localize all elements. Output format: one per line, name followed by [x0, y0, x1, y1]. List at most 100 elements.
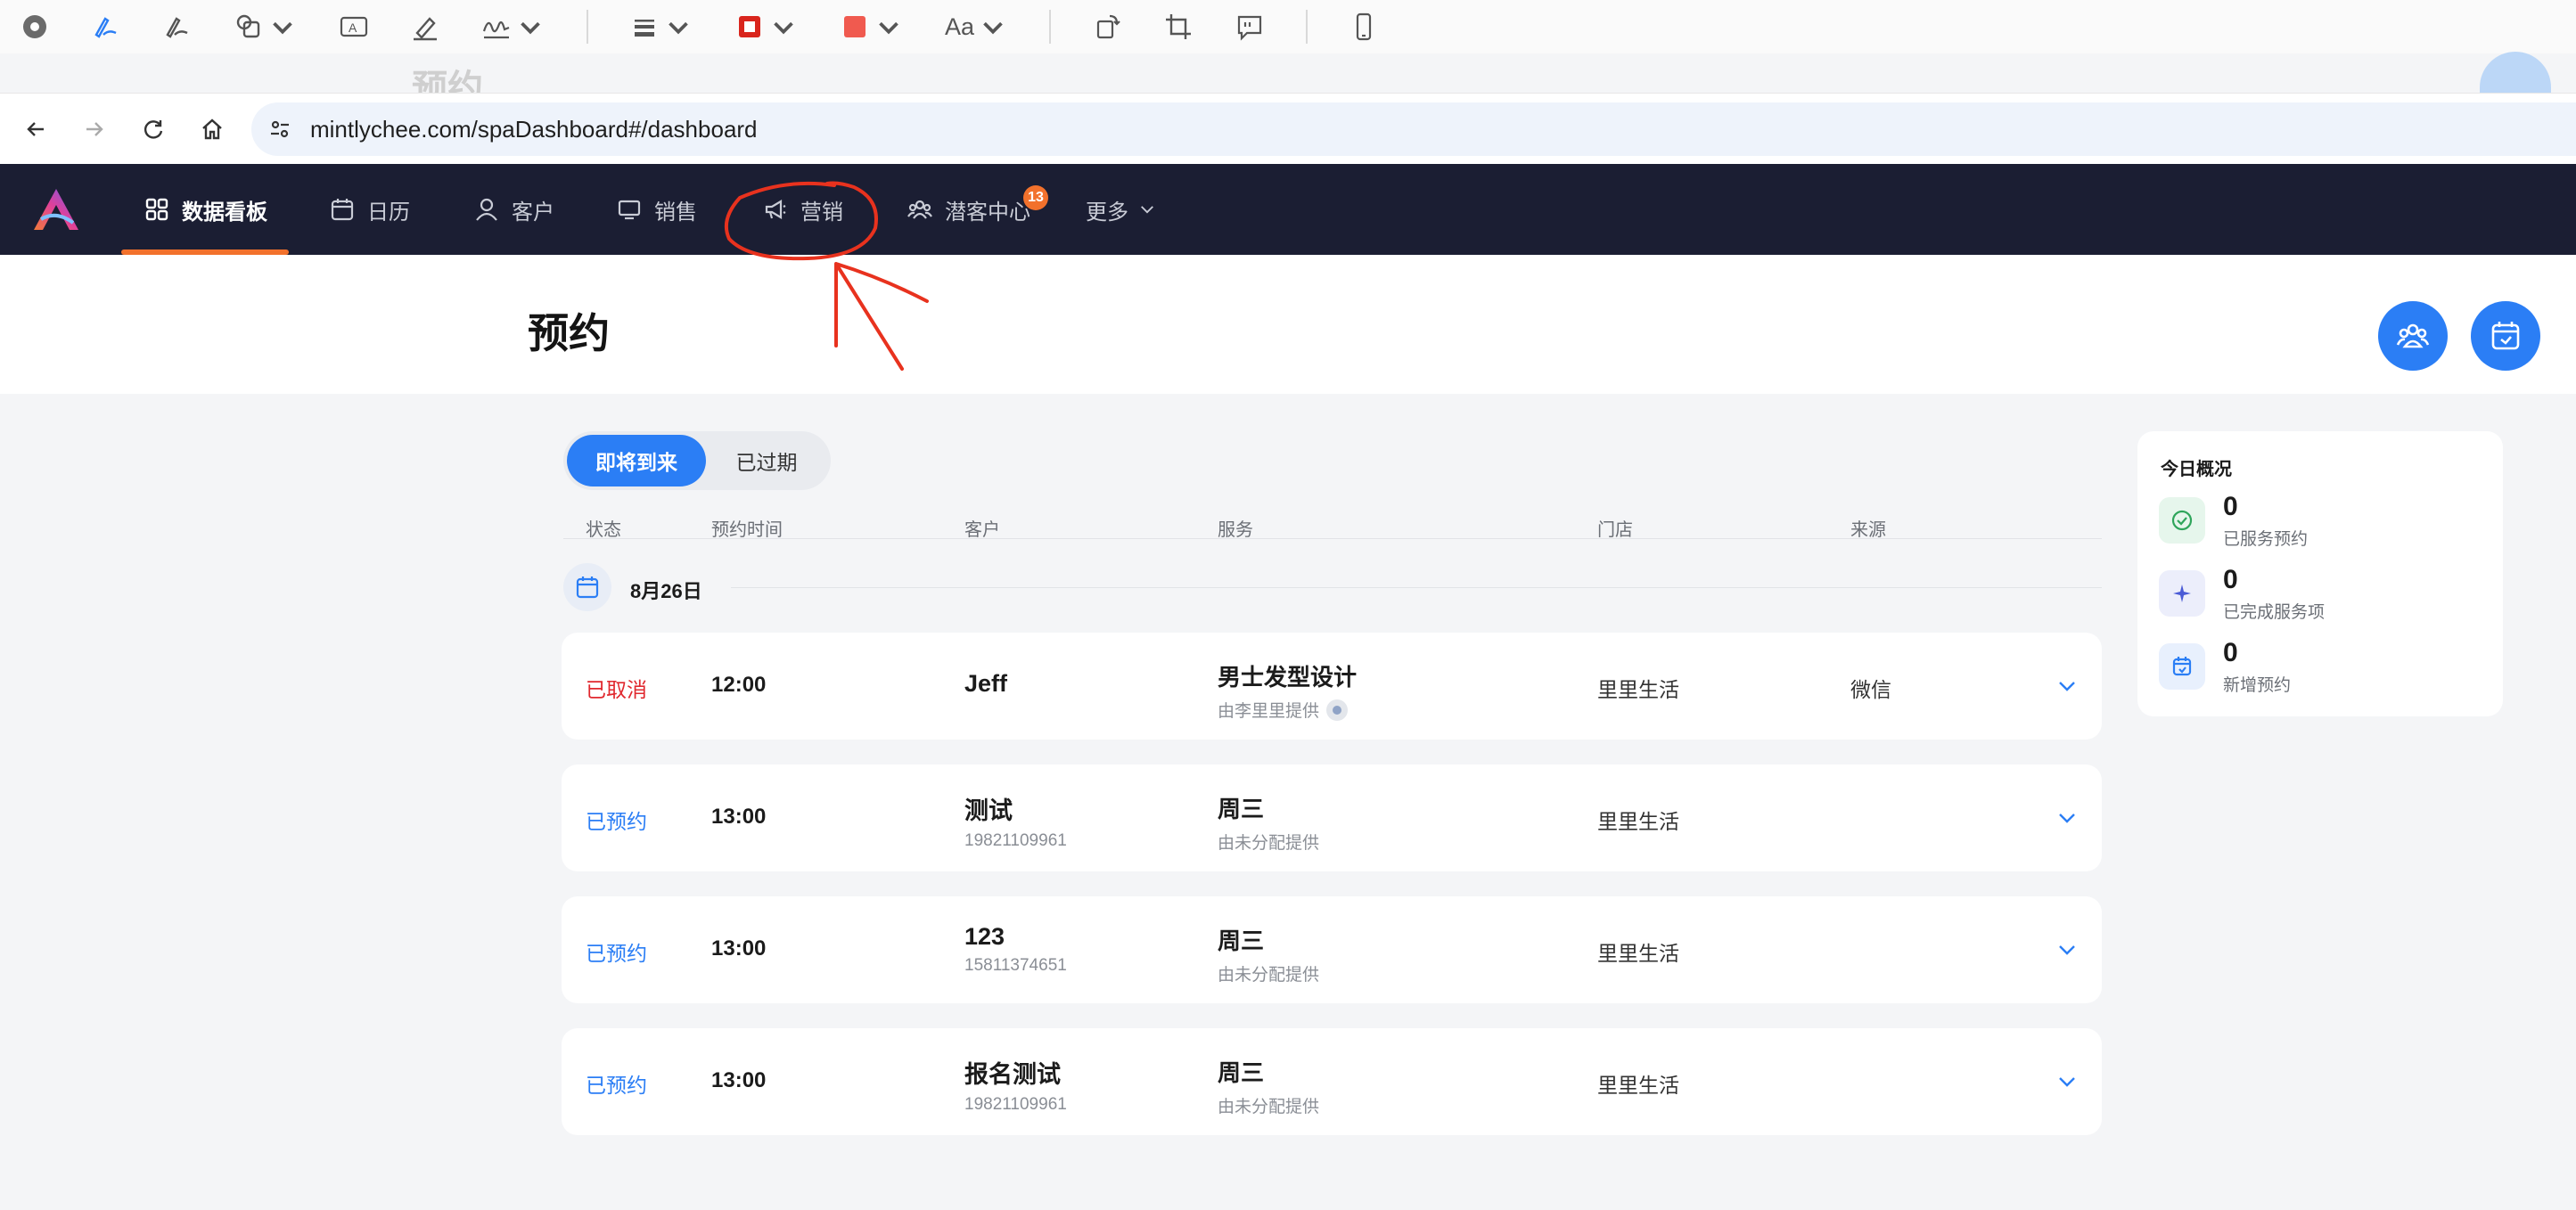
stat-value: 0	[2223, 565, 2238, 594]
header-service: 服务	[1218, 520, 1253, 540]
toolbar-divider	[587, 10, 588, 44]
stat-label: 已完成服务项	[2223, 603, 2326, 622]
fill-color-icon[interactable]	[840, 0, 904, 53]
record-icon[interactable]	[20, 0, 50, 53]
home-icon[interactable]	[194, 111, 230, 147]
stat-value: 0	[2223, 638, 2238, 667]
page-header: 预约	[0, 255, 2576, 394]
sketch-pen-icon[interactable]	[91, 0, 121, 53]
table-row[interactable]: 已预约 13:00 123 15811374651 周三 由未分配提供 里里生活	[562, 896, 2102, 1003]
booking-time: 13:00	[711, 936, 767, 961]
person-icon	[476, 198, 497, 221]
booking-time: 13:00	[711, 805, 767, 829]
calendar-icon	[331, 199, 354, 221]
shapes-icon[interactable]	[234, 0, 298, 53]
nav-item-sales[interactable]: 销售	[617, 164, 697, 255]
nav-item-leads[interactable]: 潜客中心	[907, 164, 1030, 255]
customer-name: 123	[964, 923, 1005, 950]
chevron-down-icon[interactable]	[2055, 806, 2079, 830]
stat-label: 新增预约	[2223, 676, 2292, 695]
service-name: 周三	[1218, 796, 1265, 822]
back-icon[interactable]	[18, 111, 53, 147]
nav-item-label: 客户	[512, 200, 554, 225]
stat-value: 0	[2223, 492, 2238, 521]
customer-phone: 19821109961	[964, 831, 1067, 850]
new-booking-button[interactable]	[2471, 301, 2540, 371]
today-overview-card: 今日概况 0 已服务预约 0 已完成服务项 0 新增预约	[2137, 431, 2503, 716]
page-title: 预约	[528, 310, 610, 356]
text-box-icon[interactable]: A	[339, 0, 369, 53]
nav-item-label: 潜客中心	[945, 200, 1030, 225]
reload-icon[interactable]	[135, 111, 171, 147]
calendar-icon	[563, 563, 611, 611]
table-row[interactable]: 已预约 13:00 测试 19821109961 周三 由未分配提供 里里生活	[562, 764, 2102, 871]
header-time: 预约时间	[711, 520, 783, 540]
store-name: 里里生活	[1597, 810, 1679, 833]
border-color-icon[interactable]	[734, 0, 799, 53]
customer-phone: 15811374651	[964, 956, 1067, 975]
status-badge: 已预约	[586, 1074, 647, 1097]
table-row[interactable]: 已预约 13:00 报名测试 19821109961 周三 由未分配提供 里里生…	[562, 1028, 2102, 1135]
status-badge: 已取消	[586, 678, 647, 701]
header-store: 门店	[1597, 520, 1633, 540]
service-provider: 由未分配提供	[1218, 1098, 1320, 1116]
store-name: 里里生活	[1597, 1074, 1679, 1097]
people-icon	[2396, 323, 2430, 348]
megaphone-icon	[765, 200, 786, 219]
monitor-icon	[618, 200, 641, 220]
service-provider: 由李里里提供	[1218, 702, 1320, 721]
service-name: 周三	[1218, 1059, 1265, 1086]
rotate-icon[interactable]	[1092, 0, 1122, 53]
nav-item-dashboard[interactable]: 数据看板	[144, 164, 267, 255]
header-divider	[563, 538, 2102, 539]
customer-cell[interactable]: 测试 19821109961	[964, 791, 1067, 851]
nav-item-more[interactable]: 更多	[1086, 164, 1157, 255]
nav-item-customers[interactable]: 客户	[474, 164, 554, 255]
tab-expired[interactable]: 已过期	[706, 435, 827, 486]
service-provider: 由未分配提供	[1218, 966, 1320, 985]
calendar-add-icon	[2159, 643, 2205, 690]
customer-phone: 19821109961	[964, 1095, 1067, 1114]
crop-icon[interactable]	[1163, 0, 1194, 53]
header-status: 状态	[586, 520, 621, 540]
logo-icon[interactable]	[32, 187, 80, 232]
store-name: 里里生活	[1597, 942, 1679, 965]
service-cell: 周三 由未分配提供	[1218, 791, 1319, 854]
service-cell: 周三 由未分配提供	[1218, 923, 1319, 985]
chevron-down-icon[interactable]	[2055, 674, 2079, 698]
chevron-down-icon[interactable]	[2055, 1070, 2079, 1093]
address-bar[interactable]: mintlychee.com/spaDashboard#/dashboard	[251, 102, 2576, 156]
service-name: 周三	[1218, 928, 1265, 954]
chevron-down-icon[interactable]	[2055, 938, 2079, 961]
date-divider	[731, 587, 2102, 588]
nav-item-marketing[interactable]: 营销	[763, 164, 843, 255]
store-name: 里里生活	[1597, 678, 1679, 701]
customer-name: Jeff	[964, 670, 1008, 697]
line-style-icon[interactable]	[629, 0, 693, 53]
customer-cell[interactable]: 123 15811374651	[964, 923, 1067, 976]
customer-cell[interactable]: Jeff	[964, 670, 1007, 698]
draw-pen-icon[interactable]	[162, 0, 193, 53]
nav-item-label: 数据看板	[182, 200, 267, 225]
device-icon[interactable]	[1349, 0, 1379, 53]
group-booking-button[interactable]	[2378, 301, 2448, 371]
header-customer: 客户	[964, 520, 1000, 540]
signature-icon[interactable]	[481, 0, 546, 53]
table-row[interactable]: 已取消 12:00 Jeff 男士发型设计 由李里里提供 里里生活 微信	[562, 633, 2102, 740]
font-icon[interactable]: Aa	[945, 0, 1008, 53]
provider-avatar	[1326, 699, 1349, 721]
status-badge: 已预约	[586, 810, 647, 833]
url-text: mintlychee.com/spaDashboard#/dashboard	[310, 115, 758, 143]
nav-item-label: 营销	[800, 200, 843, 225]
site-info-icon[interactable]	[267, 117, 292, 142]
booking-time: 12:00	[711, 673, 767, 697]
forward-icon[interactable]	[77, 111, 112, 147]
tab-upcoming[interactable]: 即将到来	[567, 435, 706, 486]
customer-cell[interactable]: 报名测试 19821109961	[964, 1055, 1067, 1115]
check-circle-icon	[2159, 497, 2205, 544]
date-group-label: 8月26日	[630, 580, 702, 602]
highlighter-icon[interactable]	[410, 0, 440, 53]
nav-item-calendar[interactable]: 日历	[330, 164, 410, 255]
people-icon	[907, 200, 932, 219]
annotate-icon[interactable]	[1235, 0, 1265, 53]
